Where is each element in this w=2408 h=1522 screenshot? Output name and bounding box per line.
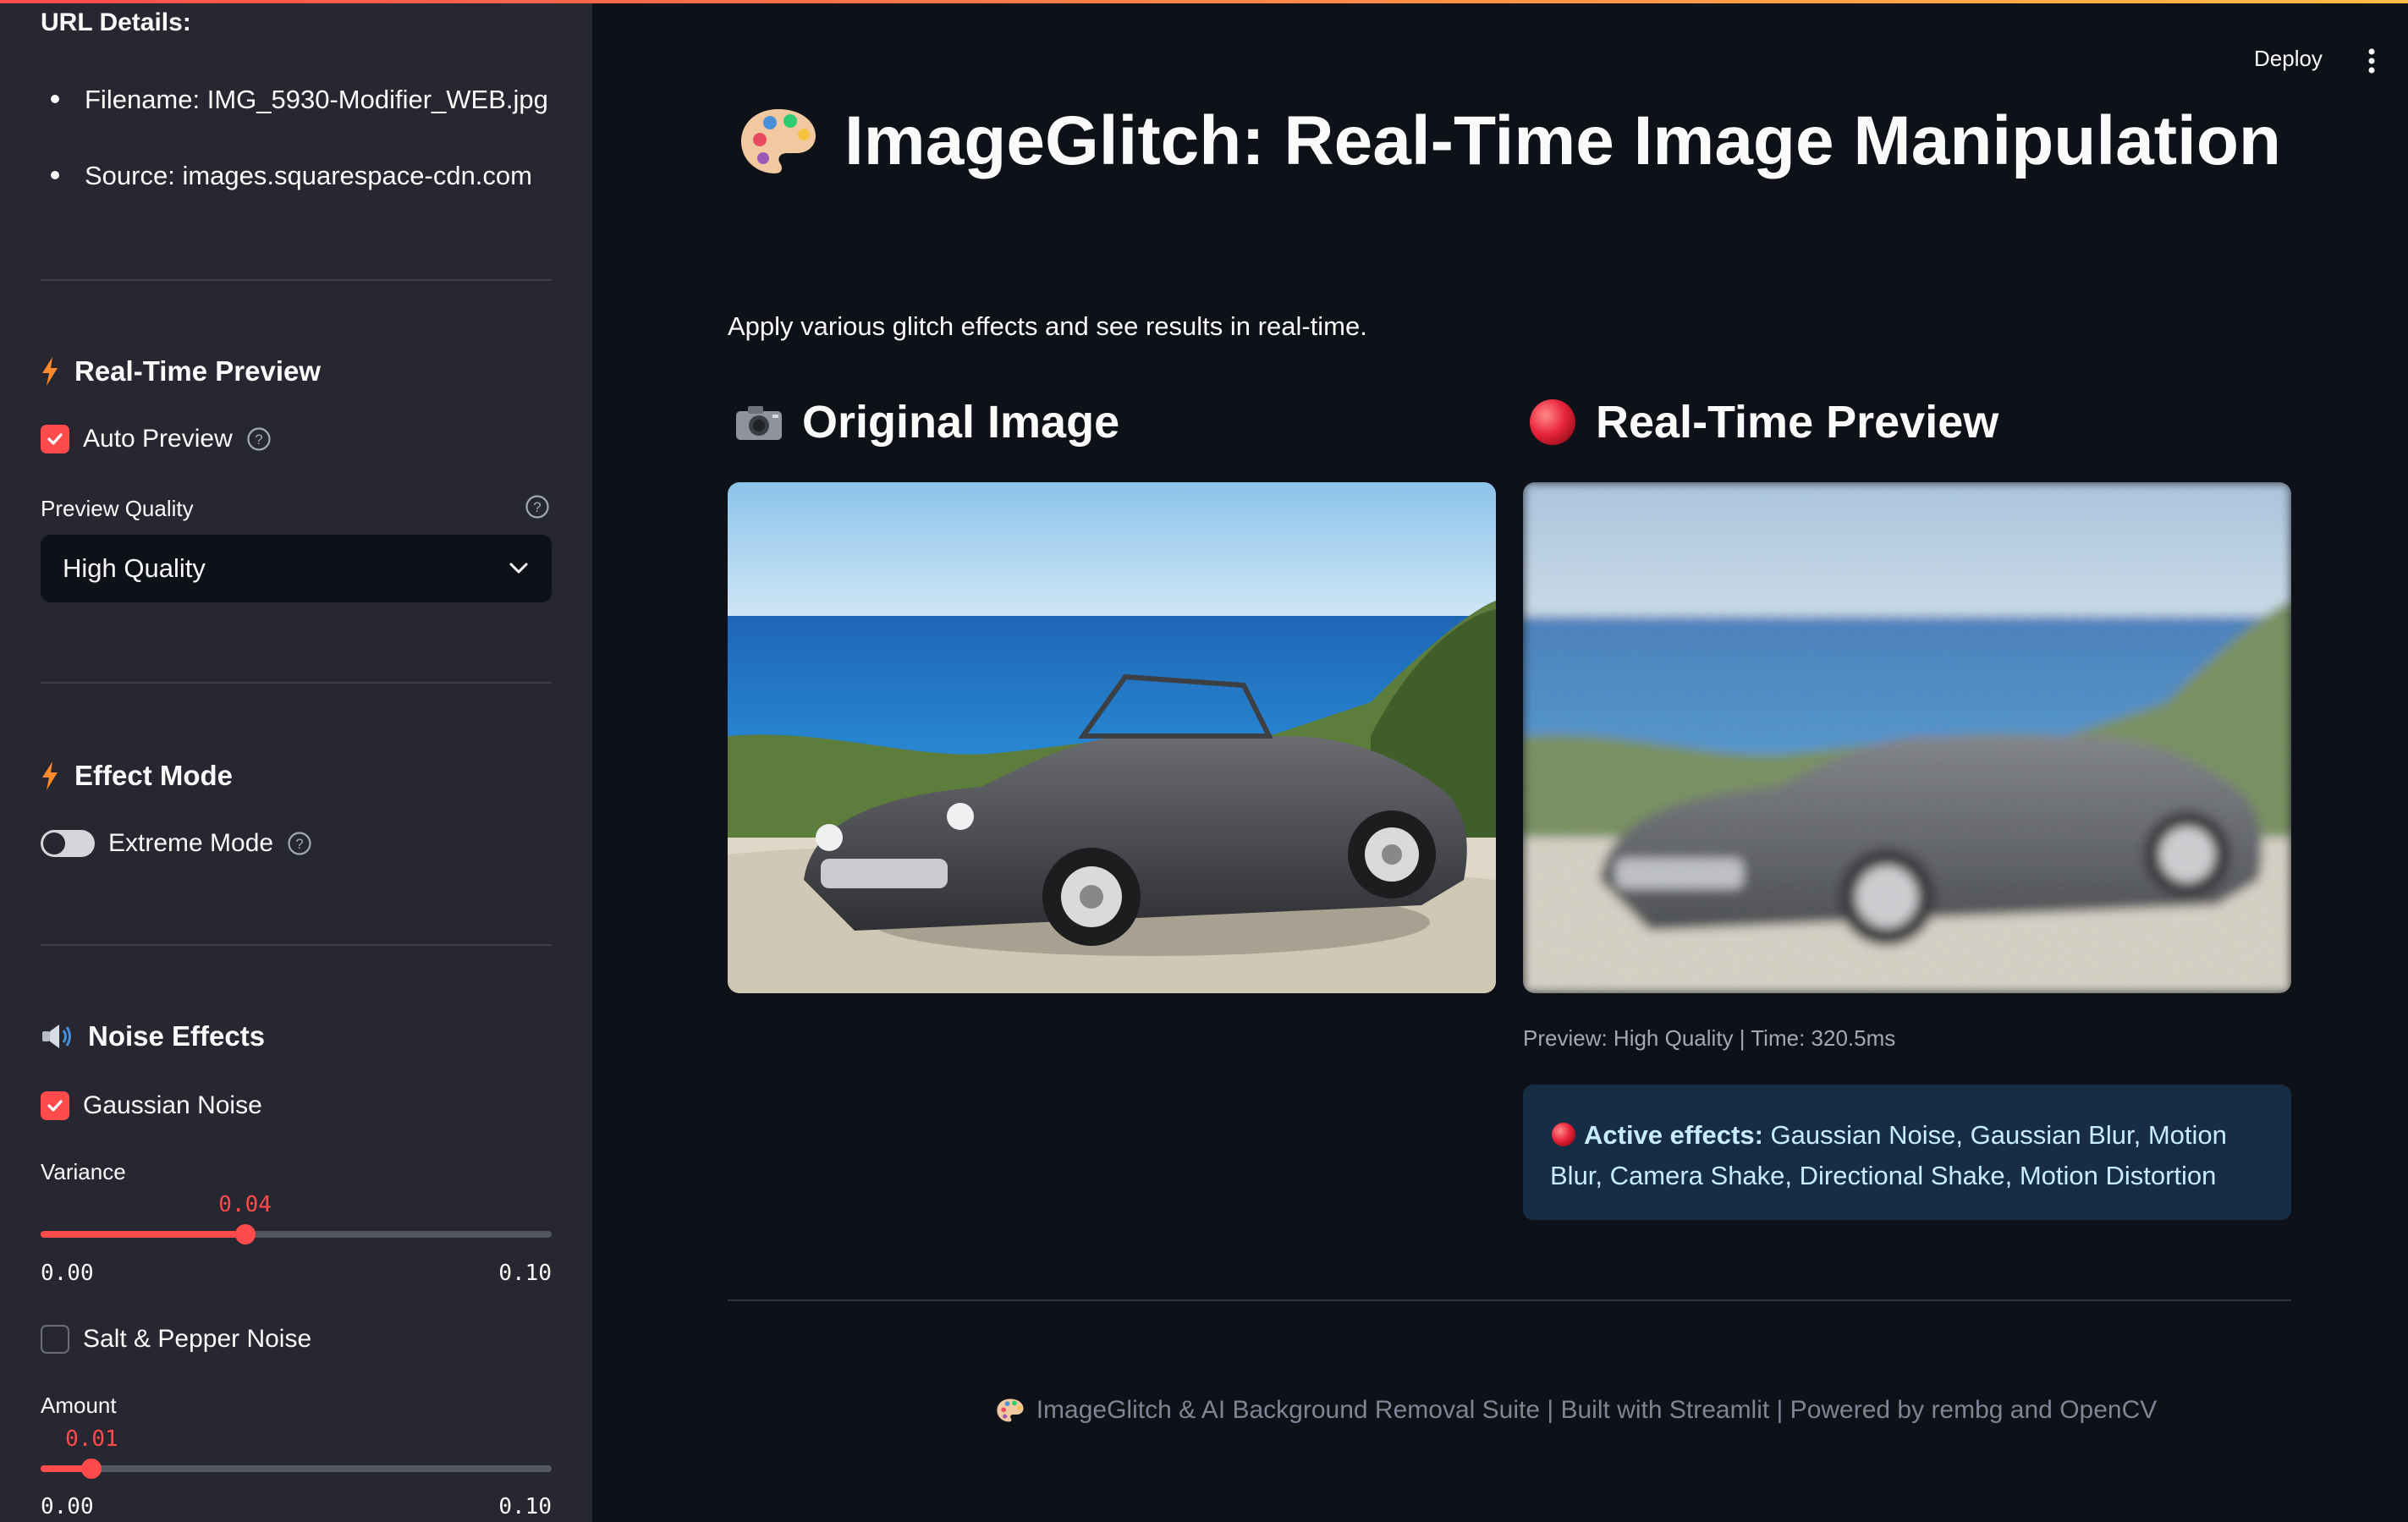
bolt-icon (42, 357, 58, 386)
bullet-icon (51, 94, 59, 103)
speaker-icon (42, 1025, 71, 1048)
sidebar: URL Details: Filename: IMG_5930-Modifier… (0, 0, 592, 1522)
page-subtitle: Apply various glitch effects and see res… (728, 311, 1367, 341)
main-divider (728, 1299, 2291, 1301)
url-filename-item: Filename: IMG_5930-Modifier_WEB.jpg (41, 85, 548, 115)
amount-max: 0.10 (498, 1494, 552, 1519)
preview-image (1523, 482, 2291, 993)
salt-pepper-label: Salt & Pepper Noise (83, 1325, 312, 1353)
help-icon[interactable]: ? (246, 426, 272, 452)
deploy-button[interactable]: Deploy (2254, 46, 2323, 72)
active-effects-alert: Active effects: Gaussian Noise, Gaussian… (1523, 1085, 2291, 1220)
preview-caption: Preview: High Quality | Time: 320.5ms (1523, 1025, 1896, 1051)
url-details-title: URL Details: (41, 8, 191, 36)
auto-preview-label: Auto Preview (83, 425, 233, 453)
amount-min: 0.00 (41, 1494, 94, 1519)
realtime-preview-heading-text: Real-Time Preview (1596, 397, 1999, 448)
gaussian-noise-checkbox[interactable] (41, 1091, 69, 1120)
sidebar-divider (41, 682, 552, 684)
amount-slider[interactable]: 0.01 (41, 1426, 552, 1479)
url-source-item: Source: images.squarespace-cdn.com (41, 161, 532, 191)
footer-text: ImageGlitch & AI Background Removal Suit… (1036, 1396, 2158, 1424)
url-filename-text: Filename: IMG_5930-Modifier_WEB.jpg (85, 85, 548, 114)
svg-text:?: ? (295, 836, 303, 852)
sidebar-divider (41, 279, 552, 281)
car-photo-preview (1523, 482, 2291, 993)
extreme-mode-toggle[interactable] (41, 830, 95, 857)
variance-label: Variance (41, 1159, 126, 1184)
check-icon (47, 433, 63, 445)
realtime-section-heading: Real-Time Preview (41, 355, 321, 387)
extreme-mode-label: Extreme Mode (108, 829, 274, 857)
preview-quality-select[interactable]: High Quality (41, 535, 552, 602)
footer-content: ImageGlitch & AI Background Removal Suit… (996, 1396, 2158, 1425)
realtime-preview-heading: Real-Time Preview (1528, 396, 1998, 448)
red-circle-icon (1552, 1123, 1575, 1146)
camera-icon (736, 406, 782, 440)
gaussian-noise-label: Gaussian Noise (83, 1091, 262, 1119)
help-icon[interactable]: ? (287, 831, 312, 856)
menu-dots-icon[interactable] (2367, 47, 2376, 74)
extreme-mode-toggle-row[interactable]: Extreme Mode ? (41, 829, 312, 858)
variance-max: 0.10 (498, 1261, 552, 1286)
chevron-down-icon (509, 563, 528, 574)
top-accent-bar (0, 0, 2408, 3)
svg-text:?: ? (255, 431, 262, 448)
help-icon[interactable]: ? (525, 494, 550, 519)
svg-text:?: ? (533, 499, 541, 515)
noise-heading-text: Noise Effects (88, 1020, 266, 1052)
url-source-text: Source: images.squarespace-cdn.com (85, 161, 532, 190)
sidebar-divider (41, 944, 552, 946)
bolt-icon (42, 761, 58, 790)
page-title-text: ImageGlitch: Real-Time Image Manipulatio… (844, 102, 2282, 179)
auto-preview-checkbox-row[interactable]: Auto Preview ? (41, 425, 272, 453)
variance-slider-thumb[interactable] (234, 1224, 256, 1245)
realtime-heading-text: Real-Time Preview (74, 355, 322, 387)
auto-preview-checkbox[interactable] (41, 425, 69, 453)
check-icon (47, 1100, 63, 1112)
variance-slider-value: 0.04 (218, 1192, 272, 1217)
preview-quality-label: Preview Quality (41, 496, 194, 521)
amount-slider-thumb[interactable] (81, 1459, 102, 1479)
salt-pepper-checkbox-row[interactable]: Salt & Pepper Noise (41, 1325, 311, 1354)
bullet-icon (51, 170, 59, 179)
red-circle-icon (1530, 399, 1575, 445)
original-image-heading-text: Original Image (802, 397, 1120, 448)
noise-section-heading: Noise Effects (41, 1020, 265, 1052)
variance-min: 0.00 (41, 1261, 94, 1286)
gaussian-noise-checkbox-row[interactable]: Gaussian Noise (41, 1091, 262, 1120)
amount-slider-value: 0.01 (65, 1426, 118, 1452)
palette-icon (741, 109, 816, 173)
preview-quality-value: High Quality (63, 553, 206, 583)
effect-mode-section-heading: Effect Mode (41, 760, 233, 792)
page-title: ImageGlitch: Real-Time Image Manipulatio… (738, 102, 2281, 181)
car-photo-original (728, 482, 1496, 993)
original-image (728, 482, 1496, 993)
variance-slider-fill (41, 1231, 245, 1238)
active-effects-label: Active effects: (1584, 1120, 1763, 1150)
toggle-knob (43, 832, 65, 854)
effect-mode-heading-text: Effect Mode (74, 760, 234, 791)
original-image-heading: Original Image (734, 396, 1119, 448)
footer: ImageGlitch & AI Background Removal Suit… (0, 1396, 2408, 1430)
palette-icon (997, 1398, 1024, 1422)
salt-pepper-checkbox[interactable] (41, 1325, 69, 1354)
variance-slider[interactable]: 0.04 (41, 1192, 552, 1245)
